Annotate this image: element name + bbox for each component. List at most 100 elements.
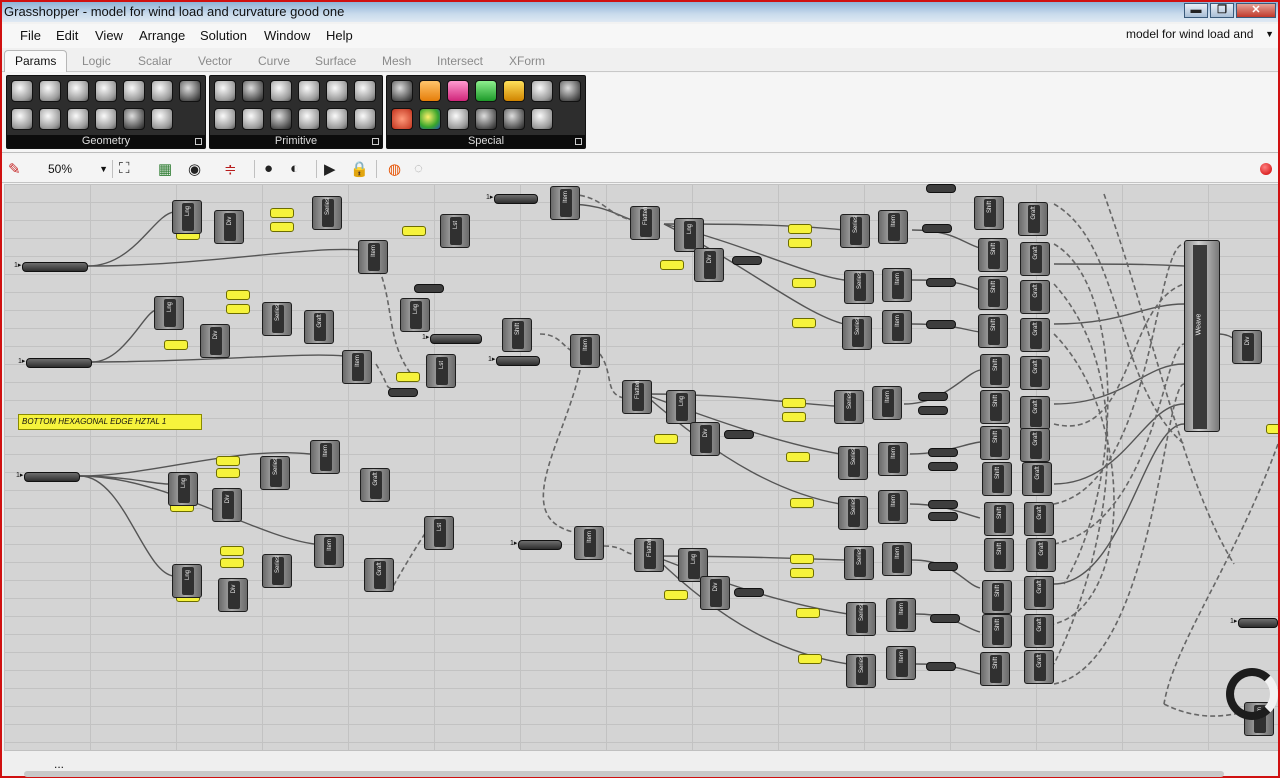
shift-list-component[interactable]: Shift [978,314,1008,348]
number-panel[interactable] [790,568,814,578]
menu-window[interactable]: Window [264,28,310,43]
colour-wheel-icon[interactable] [391,108,413,130]
data-node[interactable] [928,512,958,521]
colour-icon[interactable] [326,108,348,130]
angle-icon[interactable] [270,108,292,130]
vector-icon[interactable] [179,80,201,102]
series-component[interactable]: Series [844,270,874,304]
x-icon[interactable] [123,108,145,130]
list-length-component[interactable]: Lng [154,296,184,330]
data-node[interactable] [928,462,958,471]
document-selector[interactable]: model for wind load and ▼ [1126,27,1276,45]
number-panel[interactable] [654,434,678,444]
list-item-component[interactable]: Item [882,310,912,344]
domain-icon[interactable] [298,80,320,102]
data-node[interactable] [930,614,960,623]
graft-component[interactable]: Graft [1020,242,1050,276]
number-panel[interactable] [216,456,240,466]
shift-list-component[interactable]: Shift [978,238,1008,272]
number-panel[interactable] [790,498,814,508]
graft-component[interactable]: Graft [360,468,390,502]
zoom-extents-icon[interactable]: ⛶ [119,160,130,177]
list-item-component[interactable]: Lst [440,214,470,248]
time-icon[interactable] [354,108,376,130]
graft-component[interactable]: Graft [1020,318,1050,352]
graph-mapper-icon[interactable] [447,108,469,130]
complex-icon[interactable] [326,80,348,102]
series-component[interactable]: Series [846,654,876,688]
text-panel-icon[interactable] [419,80,441,102]
number-panel[interactable] [788,224,812,234]
number-panel[interactable] [270,222,294,232]
geometry-panel-footer[interactable]: Geometry [7,135,205,148]
shift-list-component[interactable]: Shift [974,196,1004,230]
point-icon[interactable] [11,80,33,102]
graft-component[interactable]: Graft [1020,396,1050,430]
curve-param[interactable] [422,333,482,344]
divide-component[interactable]: Div [218,578,248,612]
data-node[interactable] [928,448,958,457]
shift-list-component[interactable]: Shift [984,538,1014,572]
align-icon[interactable]: ≑ [224,160,237,178]
curve-param[interactable] [488,355,540,366]
series-component[interactable]: Series [838,496,868,530]
list-item-component[interactable]: Item [882,542,912,576]
curve-param[interactable] [486,193,538,204]
series-component[interactable]: Series [842,316,872,350]
list-item-component[interactable]: Item [886,646,916,680]
data-node[interactable] [414,284,444,293]
brep-icon[interactable] [151,80,173,102]
data-node[interactable] [724,430,754,439]
list-item-component[interactable]: Item [358,240,388,274]
data-node[interactable] [928,562,958,571]
menu-edit[interactable]: Edit [56,28,78,43]
divide-component[interactable]: Div [214,210,244,244]
graft-component[interactable]: Graft [1020,356,1050,390]
list-item-component[interactable]: Item [314,534,344,568]
list-length-component[interactable]: Lng [674,218,704,252]
number-panel[interactable] [220,558,244,568]
bar-chart-icon[interactable] [503,80,525,102]
data-node[interactable] [928,500,958,509]
maximize-button[interactable]: ❐ [1210,3,1234,18]
data-node[interactable] [734,588,764,597]
curve-param[interactable] [18,357,92,368]
arc-icon[interactable] [67,80,89,102]
list-length-component[interactable]: Lng [666,390,696,424]
series-component[interactable]: Series [312,196,342,230]
lock-icon[interactable]: 🔒 [350,160,369,178]
boolean-icon[interactable] [214,80,236,102]
shift-list-component[interactable]: Shift [978,276,1008,310]
list-length-component[interactable]: Lng [172,200,202,234]
spiral-icon[interactable] [67,108,89,130]
tab-xform[interactable]: XForm [509,54,545,68]
number-panel[interactable] [792,278,816,288]
divide-component[interactable]: Div [200,324,230,358]
primitive-panel-footer[interactable]: Primitive [210,135,382,148]
number-panel[interactable] [790,554,814,564]
series-component[interactable]: Series [262,302,292,336]
list-item-component[interactable]: Item [878,490,908,524]
bake-options-icon[interactable]: ◌ [414,160,423,177]
number-panel[interactable] [396,372,420,382]
list-item-component[interactable]: Item [550,186,580,220]
list-item-component[interactable]: Lst [426,354,456,388]
import-icon[interactable] [475,108,497,130]
divide-component[interactable]: Div [1232,330,1262,364]
flatten-component[interactable]: Flatten [622,380,652,414]
curve-param[interactable] [510,539,562,550]
series-component[interactable]: Series [844,546,874,580]
list-item-component[interactable]: Item [872,386,902,420]
shaded-preview-icon[interactable]: ◐ [290,160,299,177]
shift-list-component[interactable]: Shift [502,318,532,352]
data-node[interactable] [926,320,956,329]
number-panel[interactable] [664,590,688,600]
number-panel[interactable] [792,318,816,328]
gradient-icon[interactable] [419,108,441,130]
graft-component[interactable]: Graft [364,558,394,592]
scribble-icon[interactable] [531,80,553,102]
minimize-button[interactable]: ▬ [1184,3,1208,18]
navigation-wheel-icon[interactable] [1226,668,1278,720]
number-panel[interactable] [798,654,822,664]
integer-icon[interactable] [242,80,264,102]
